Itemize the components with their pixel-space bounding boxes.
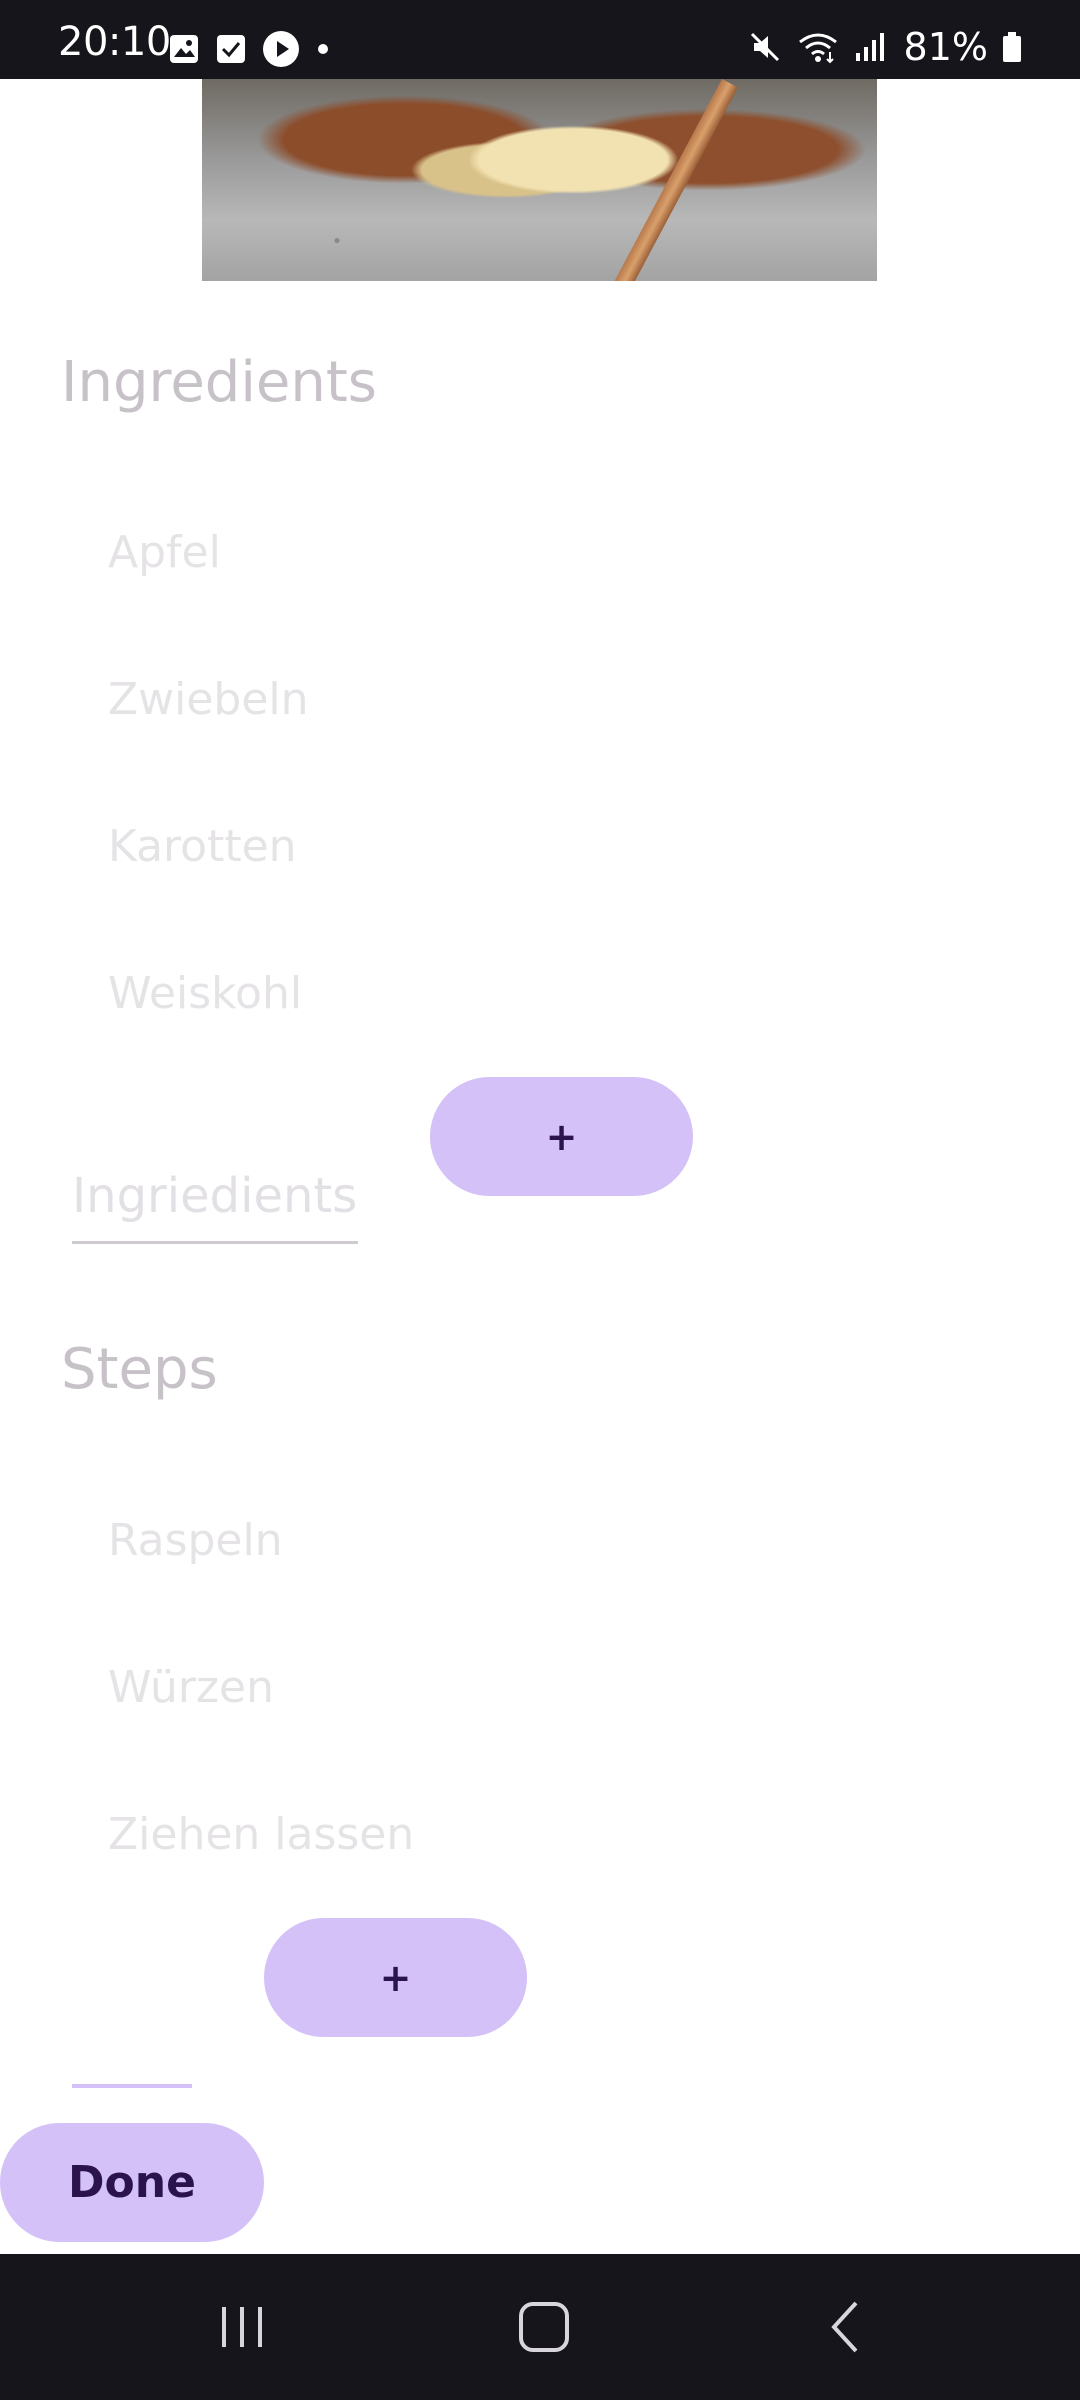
steps-title: Steps — [61, 1337, 218, 1402]
image-icon — [168, 33, 200, 65]
ingredient-item: Weiskohl — [108, 968, 303, 1019]
ingredients-title: Ingredients — [61, 350, 377, 415]
ingredient-item: Karotten — [108, 821, 297, 872]
status-bar: 20:10 81% — [0, 0, 1080, 79]
back-button[interactable] — [746, 2254, 946, 2400]
add-ingredient-button[interactable]: + — [430, 1077, 693, 1196]
dot-icon — [316, 42, 330, 56]
ingredient-item: Apfel — [108, 527, 221, 578]
recents-button[interactable] — [142, 2254, 342, 2400]
add-step-label: + — [379, 1955, 412, 2000]
ingredient-item: Zwiebeln — [108, 674, 309, 725]
recipe-image-utensil — [599, 79, 738, 281]
step-item: Raspeln — [108, 1515, 283, 1566]
ingredient-input-underline — [72, 1241, 358, 1244]
signal-icon — [854, 31, 886, 63]
add-step-button[interactable]: + — [264, 1918, 527, 2037]
status-icons-left — [168, 30, 330, 68]
back-icon — [826, 2299, 866, 2355]
step-item: Würzen — [108, 1662, 274, 1713]
home-button[interactable] — [444, 2254, 644, 2400]
mute-icon — [748, 30, 782, 64]
ingredient-input[interactable]: Ingriedients — [72, 1172, 357, 1220]
recents-icon — [217, 2302, 267, 2352]
home-icon — [518, 2301, 570, 2353]
add-ingredient-label: + — [545, 1114, 578, 1159]
recipe-image — [202, 79, 877, 281]
status-icons-right: 81% — [748, 28, 1022, 66]
done-button[interactable]: Done — [0, 2123, 264, 2242]
checkbox-icon — [216, 34, 246, 64]
navigation-bar — [0, 2254, 1080, 2400]
wifi-icon — [796, 30, 840, 64]
battery-percentage: 81% — [903, 25, 988, 69]
step-input-underline[interactable] — [72, 2084, 192, 2088]
battery-icon — [1002, 31, 1022, 63]
step-item: Ziehen lassen — [108, 1809, 415, 1860]
play-icon — [262, 30, 300, 68]
status-time: 20:10 — [58, 19, 171, 65]
done-button-label: Done — [68, 2157, 196, 2208]
